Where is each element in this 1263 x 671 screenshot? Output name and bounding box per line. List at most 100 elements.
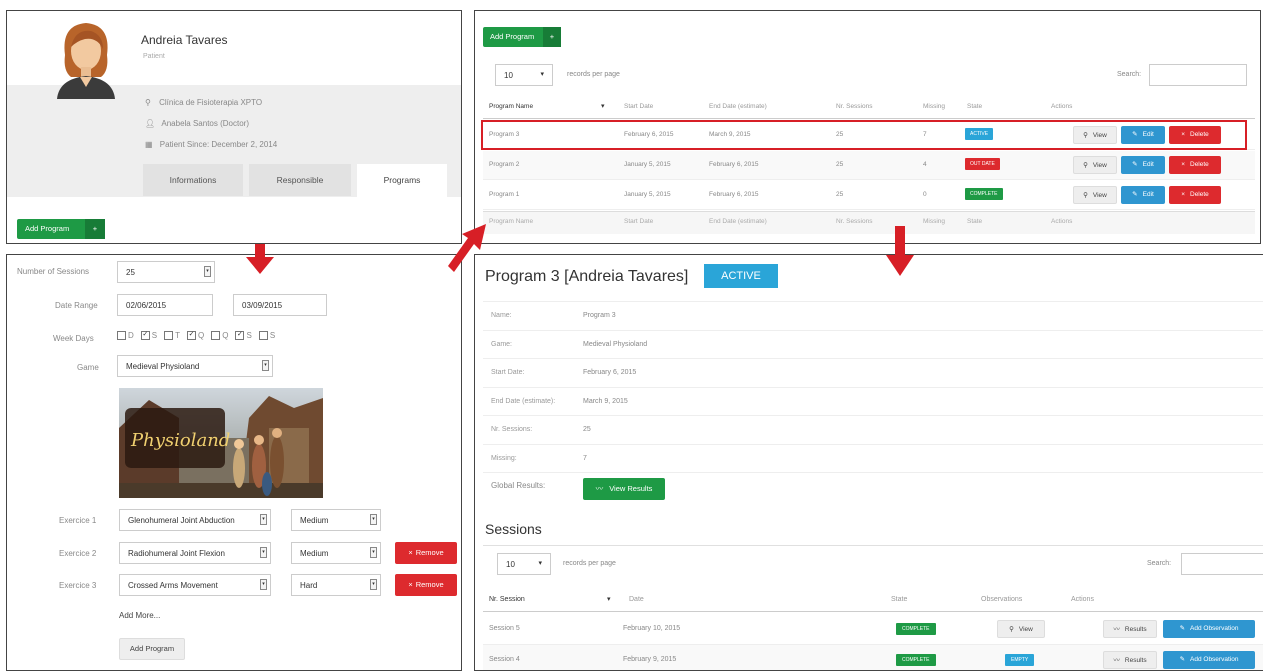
weekday-4[interactable]: Q: [211, 331, 228, 341]
form-panel: Number of Sessions 25 ▾ Date Range 02/06…: [6, 254, 462, 671]
checkbox-icon[interactable]: [211, 331, 221, 341]
cell-sessions: 25: [836, 191, 844, 198]
user-icon: 👤︎: [145, 119, 156, 128]
exercise-name: Glenohumeral Joint Abduction: [128, 516, 235, 525]
arrow-down-icon: [886, 226, 914, 276]
exercise-name: Crossed Arms Movement: [128, 581, 218, 590]
weekday-3[interactable]: ✓ Q: [187, 331, 204, 341]
search-icon: ⚲: [1009, 626, 1014, 633]
exercise-label: Exercice 3: [59, 581, 97, 590]
detail-value: Program 3: [583, 312, 616, 319]
sessions-value: 25: [126, 268, 135, 277]
tab-informations[interactable]: Informations: [143, 164, 243, 196]
weekday-label: S: [246, 331, 252, 340]
arrow-down-icon: [246, 244, 274, 274]
cell-end: February 6, 2015: [709, 161, 759, 168]
per-page-select[interactable]: 10 ▾: [495, 64, 553, 86]
exercise-select[interactable]: Radiohumeral Joint Flexion ▾: [119, 542, 271, 564]
column-footer: Program Name: [489, 218, 534, 225]
cell-date: February 10, 2015: [623, 625, 681, 632]
checkbox-icon[interactable]: [117, 331, 126, 341]
view-results-button[interactable]: 〰 View Results: [583, 478, 665, 500]
detail-label: End Date (estimate):: [491, 397, 556, 405]
view-button[interactable]: ⚲ View: [1073, 186, 1117, 204]
search-input[interactable]: [1149, 64, 1247, 86]
column-header[interactable]: Program Name: [489, 103, 533, 110]
sessions-per-page-label: records per page: [563, 560, 616, 567]
difficulty-value: Hard: [300, 581, 318, 590]
tab-responsible[interactable]: Responsible: [249, 164, 351, 196]
exercise-select[interactable]: Crossed Arms Movement ▾: [119, 574, 271, 596]
difficulty-select[interactable]: Hard ▾: [291, 574, 381, 596]
exercise-select[interactable]: Glenohumeral Joint Abduction ▾: [119, 509, 271, 531]
tab-programs[interactable]: Programs: [357, 164, 447, 197]
results-button[interactable]: 〰 Results: [1103, 651, 1157, 669]
results-button[interactable]: 〰 Results: [1103, 620, 1157, 638]
checkbox-checked-icon[interactable]: ✓: [187, 331, 197, 341]
column-footer: Actions: [1051, 218, 1073, 225]
sessions-title: Sessions: [485, 521, 542, 537]
clinic-row: ⚲ Clínica de Fisioterapia XPTO: [145, 98, 262, 107]
sessions-header-bg: [483, 589, 1263, 612]
sessions-search-input[interactable]: [1181, 553, 1263, 575]
cell-date: February 9, 2015: [623, 656, 677, 663]
remove-button[interactable]: × Remove: [395, 574, 457, 596]
add-program-button[interactable]: Add Program +: [17, 219, 105, 239]
add-more-link[interactable]: Add More...: [119, 611, 160, 620]
checkbox-icon[interactable]: [164, 331, 174, 341]
delete-button[interactable]: × Delete: [1169, 156, 1221, 174]
column-header[interactable]: Date: [629, 596, 644, 603]
edit-button[interactable]: ✎ Edit: [1121, 186, 1165, 204]
highlight-box: [481, 120, 1247, 150]
view-label: View: [1092, 192, 1107, 199]
exercise-label: Exercice 1: [59, 516, 97, 525]
sessions-search-label: Search:: [1147, 560, 1172, 567]
weekday-label: S: [151, 331, 158, 340]
add-program-button[interactable]: Add Program +: [483, 27, 561, 47]
date-end-input[interactable]: 03/09/2015: [233, 294, 327, 316]
remove-label: Remove: [415, 548, 444, 557]
global-results-label: Global Results:: [491, 481, 546, 490]
remove-button[interactable]: × Remove: [395, 542, 457, 564]
column-header[interactable]: Nr. Session: [489, 596, 525, 603]
weekday-1[interactable]: ✓ S: [140, 331, 158, 341]
chart-icon: 〰: [1113, 626, 1120, 633]
checkbox-icon[interactable]: [258, 331, 268, 341]
add-observation-button[interactable]: ✎ Add Observation: [1163, 651, 1255, 669]
game-image: Physioland: [119, 388, 323, 498]
sort-icon[interactable]: ▾: [601, 102, 605, 110]
sessions-select[interactable]: 25 ▾: [117, 261, 215, 283]
status-badge: COMPLETE: [896, 654, 936, 666]
view-observation-button[interactable]: ⚲ View: [997, 620, 1045, 638]
game-select[interactable]: Medieval Physioland ▾: [117, 355, 273, 377]
detail-value: February 6, 2015: [583, 369, 637, 376]
chevron-down-icon: ▾: [260, 547, 267, 558]
sessions-per-page-select[interactable]: 10 ▾: [497, 553, 551, 575]
column-header: Missing: [923, 103, 946, 110]
checkbox-checked-icon[interactable]: ✓: [235, 331, 245, 341]
close-icon: ×: [408, 580, 413, 589]
add-program-label: Add Program: [25, 224, 70, 233]
difficulty-select[interactable]: Medium ▾: [291, 542, 381, 564]
date-start-input[interactable]: 02/06/2015: [117, 294, 213, 316]
weekday-checkboxes: D ✓ S T ✓ Q Q ✓ S S: [117, 331, 282, 341]
sort-icon[interactable]: ▾: [607, 595, 611, 603]
weekday-2[interactable]: T: [164, 331, 180, 341]
detail-row: [483, 472, 1263, 473]
delete-button[interactable]: × Delete: [1169, 186, 1221, 204]
program-detail-panel: Program 3 [Andreia Tavares] ACTIVE Name:…: [474, 254, 1263, 671]
detail-value: 7: [583, 454, 587, 462]
add-observation-button[interactable]: ✎ Add Observation: [1163, 620, 1255, 638]
checkbox-checked-icon[interactable]: ✓: [140, 331, 150, 341]
detail-value: Medieval Physioland: [583, 340, 648, 348]
cell-start: January 5, 2015: [624, 191, 671, 198]
edit-button[interactable]: ✎ Edit: [1121, 156, 1165, 174]
view-button[interactable]: ⚲ View: [1073, 156, 1117, 174]
weekday-0[interactable]: D: [117, 331, 134, 341]
weekday-6[interactable]: S: [258, 331, 275, 341]
close-icon: ×: [408, 548, 413, 557]
weekday-5[interactable]: ✓ S: [235, 331, 252, 341]
submit-add-program-button[interactable]: Add Program: [119, 638, 185, 660]
detail-value: March 9, 2015: [583, 397, 628, 405]
difficulty-select[interactable]: Medium ▾: [291, 509, 381, 531]
